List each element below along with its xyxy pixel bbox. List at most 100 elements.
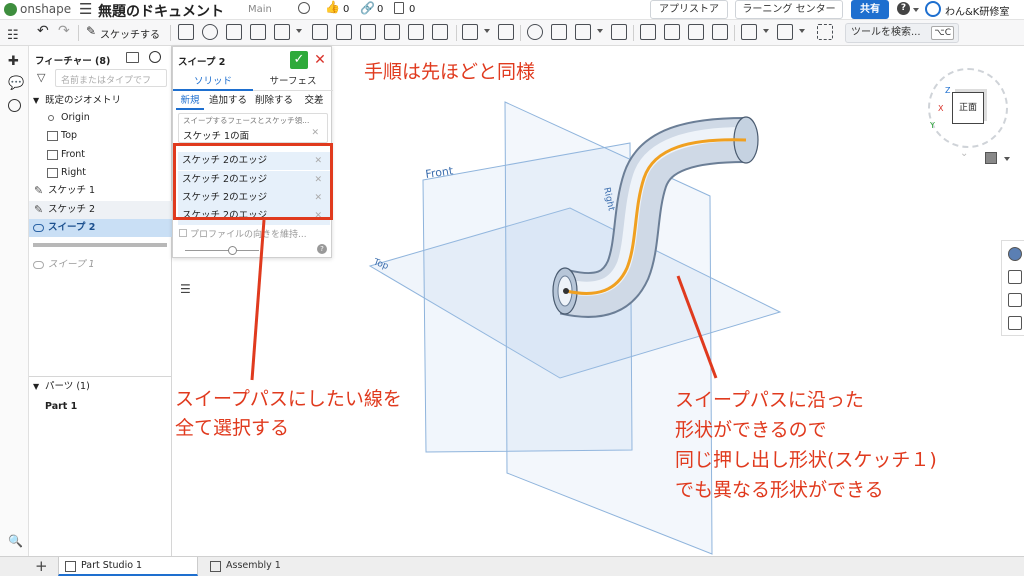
tree-item-sketch1[interactable]: ✎ スケッチ 1 [29, 182, 172, 200]
cancel-button[interactable]: ✕ [312, 51, 328, 69]
tab-solid[interactable]: ソリッド [173, 73, 253, 91]
delete-part-icon[interactable] [611, 24, 627, 40]
extrude-icon[interactable] [178, 24, 194, 40]
tab-part-studio[interactable]: Part Studio 1 [58, 557, 198, 576]
help-chevron-down-icon[interactable] [913, 8, 919, 12]
rollback-bar[interactable] [33, 243, 167, 247]
tree-item-right-plane[interactable]: Right [29, 164, 172, 182]
tree-item-sweep2[interactable]: スイープ 2 [29, 219, 172, 237]
tree-item-sweep1[interactable]: スイープ 1 [29, 256, 172, 274]
render-mode-icon[interactable] [985, 152, 997, 164]
loft-icon[interactable] [250, 24, 266, 40]
tree-item-front-plane[interactable]: Front [29, 146, 172, 164]
globe-icon[interactable] [298, 2, 310, 14]
comment-icon[interactable]: 💬 [8, 76, 24, 91]
face-selection-box[interactable]: スイープするフェースとスケッチ領... スケッチ 1の面 ✕ [178, 113, 328, 143]
pattern-icon[interactable] [462, 24, 478, 40]
history-icon[interactable] [8, 99, 21, 112]
op-add-button[interactable]: 追加する [207, 92, 249, 110]
op-remove-button[interactable]: 削除する [253, 92, 295, 110]
branch-label[interactable]: Main [248, 4, 272, 15]
thicken-icon[interactable] [274, 24, 290, 40]
learning-center-button[interactable]: ラーニング センター [735, 0, 843, 19]
chevron-down-icon[interactable]: ▼ [33, 378, 39, 396]
tool-search-button[interactable]: ツールを検索... ⌥C [845, 23, 959, 43]
view-cube[interactable]: 正面 Z Y X ⌄ [922, 62, 1014, 162]
tab-assembly[interactable]: Assembly 1 [200, 557, 340, 576]
boolean-icon[interactable] [527, 24, 543, 40]
rib-icon[interactable] [384, 24, 400, 40]
revolve-icon[interactable] [202, 24, 218, 40]
avatar[interactable] [925, 1, 941, 17]
feature-tree-icon[interactable]: ☷ [7, 28, 19, 43]
op-new-button[interactable]: 新規 [176, 92, 204, 110]
parts-folder[interactable]: ▼ パーツ (1) [29, 378, 172, 396]
copy-icon[interactable] [394, 2, 404, 14]
mass-properties-icon[interactable] [1008, 270, 1022, 284]
add-custom-feature-icon[interactable] [817, 24, 833, 40]
chevron-down-icon[interactable] [296, 29, 302, 33]
draft-icon[interactable] [360, 24, 376, 40]
chevron-down-icon[interactable] [597, 29, 603, 33]
like-icon[interactable]: 👍 [325, 0, 340, 14]
tree-item-top-plane[interactable]: Top [29, 127, 172, 145]
delete-face-icon[interactable] [664, 24, 680, 40]
logo-text[interactable]: onshape [20, 2, 71, 16]
hole-icon[interactable] [432, 24, 448, 40]
chevron-down-icon[interactable] [763, 29, 769, 33]
remove-face-icon[interactable]: ✕ [311, 128, 319, 138]
shell-icon[interactable] [408, 24, 424, 40]
pencil-icon[interactable]: ✎ [86, 24, 96, 38]
search-history-icon[interactable]: 🔍 [8, 534, 23, 548]
insert-icon[interactable]: ✚ [8, 54, 19, 69]
filter-icon[interactable]: ▽ [37, 71, 45, 84]
panel-divider[interactable] [29, 376, 172, 377]
rotate-down-icon[interactable]: ⌄ [960, 148, 968, 159]
tree-item-origin[interactable]: Origin [29, 109, 172, 127]
chamfer-icon[interactable] [336, 24, 352, 40]
mirror-icon[interactable] [498, 24, 514, 40]
user-name[interactable]: わん&K研修室 [945, 3, 1009, 18]
sketch-button[interactable]: スケッチする [100, 26, 160, 41]
mate-connector-icon[interactable] [777, 24, 793, 40]
chevron-down-icon[interactable] [484, 29, 490, 33]
appearance-icon[interactable] [1008, 247, 1022, 261]
transform-icon[interactable] [575, 24, 591, 40]
app-store-button[interactable]: アプリストア [650, 0, 728, 19]
measure-icon[interactable] [1008, 293, 1022, 307]
sweep-icon[interactable] [226, 24, 242, 40]
view-cube-face[interactable]: 正面 [952, 92, 984, 124]
keep-profile-checkbox[interactable] [179, 229, 187, 237]
op-intersect-button[interactable]: 交差 [299, 92, 329, 110]
undo-icon[interactable]: ↶ [37, 23, 49, 39]
variables-icon[interactable] [1008, 316, 1022, 330]
share-button[interactable]: 共有 [851, 0, 889, 19]
fillet-icon[interactable] [312, 24, 328, 40]
chevron-down-icon[interactable]: ▼ [33, 92, 39, 110]
list-toggle-icon[interactable]: ☰ [180, 282, 191, 296]
render-mode-chevron-down-icon[interactable] [1004, 157, 1010, 161]
onshape-logo-icon[interactable] [4, 3, 17, 16]
split-icon[interactable] [551, 24, 567, 40]
part-item[interactable]: Part 1 [29, 398, 172, 416]
link-icon[interactable]: 🔗 [360, 1, 375, 15]
document-title[interactable]: 無題のドキュメント [98, 1, 224, 21]
add-tab-icon[interactable]: + [35, 557, 48, 575]
filter-input[interactable]: 名前またはタイプでフ [55, 69, 167, 87]
modify-fillet-icon[interactable] [640, 24, 656, 40]
tab-surface[interactable]: サーフェス [253, 73, 333, 91]
replace-face-icon[interactable] [712, 24, 728, 40]
menu-icon[interactable]: ☰ [79, 0, 92, 18]
add-folder-icon[interactable] [126, 52, 139, 63]
redo-icon[interactable]: ↷ [58, 23, 70, 39]
tree-item-sketch2[interactable]: ✎ スケッチ 2 [29, 201, 172, 219]
help-icon[interactable]: ? [897, 2, 910, 15]
move-face-icon[interactable] [688, 24, 704, 40]
plane-icon[interactable] [741, 24, 757, 40]
help-icon[interactable]: ? [317, 244, 327, 254]
slider-handle[interactable] [228, 246, 237, 255]
default-geometry-folder[interactable]: ▼ 既定のジオメトリ [29, 92, 172, 110]
chevron-down-icon[interactable] [799, 29, 805, 33]
rollback-timer-icon[interactable] [149, 51, 161, 63]
confirm-button[interactable]: ✓ [290, 51, 308, 69]
